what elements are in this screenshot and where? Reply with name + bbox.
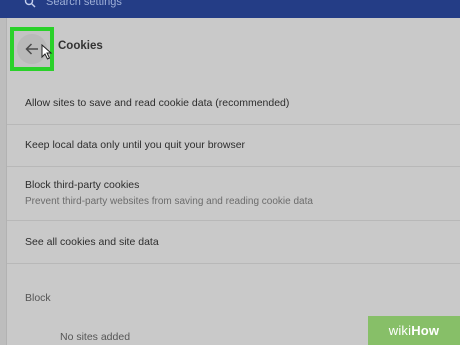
logo-text-how: How [411, 323, 440, 338]
allow-cookies-setting[interactable]: Allow sites to save and read cookie data… [25, 97, 289, 109]
page-title: Cookies [58, 40, 103, 52]
divider [7, 124, 460, 125]
wikihow-logo: wiki How [368, 316, 460, 345]
logo-text-wiki: wiki [388, 323, 412, 338]
arrow-left-icon [25, 43, 38, 55]
block-section-label: Block [25, 292, 51, 304]
left-rail [0, 18, 7, 345]
search-bar [0, 0, 460, 18]
see-all-cookies-link[interactable]: See all cookies and site data [25, 236, 159, 248]
block-third-party-description: Prevent third-party websites from saving… [25, 196, 313, 207]
divider [7, 263, 460, 264]
divider [7, 220, 460, 221]
keep-local-data-setting[interactable]: Keep local data only until you quit your… [25, 139, 245, 151]
divider [7, 166, 460, 167]
mouse-cursor-icon [41, 44, 53, 60]
search-input[interactable] [46, 0, 346, 10]
search-icon [24, 0, 36, 8]
block-third-party-setting[interactable]: Block third-party cookies [25, 179, 139, 191]
no-sites-added-text: No sites added [60, 331, 131, 343]
